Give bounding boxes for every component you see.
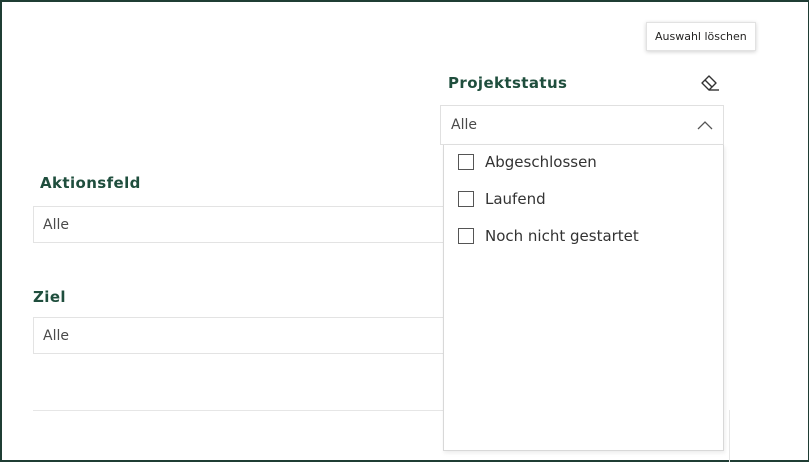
report-canvas: Aktionsfeld Alle Ziel Alle Projektstatus… [0,0,809,462]
option-abgeschlossen[interactable]: Abgeschlossen [458,151,597,173]
aktionsfeld-dropdown[interactable]: Alle [33,206,448,243]
clear-selection-tooltip: Auswahl löschen [646,22,756,51]
chevron-up-icon[interactable] [697,119,713,131]
ziel-value: Alle [43,327,69,344]
projektstatus-dropdown[interactable]: Alle [440,105,724,145]
tooltip-text: Auswahl löschen [655,30,747,43]
eraser-icon[interactable] [699,72,721,92]
projektstatus-title: Projektstatus [448,74,568,92]
checkbox[interactable] [458,191,474,207]
projektstatus-options-list: Abgeschlossen Laufend Noch nicht gestart… [443,145,724,451]
ziel-dropdown[interactable]: Alle [33,317,448,354]
checkbox[interactable] [458,228,474,244]
aktionsfeld-title: Aktionsfeld [40,174,141,192]
divider [33,410,443,411]
checkbox[interactable] [458,154,474,170]
option-label: Laufend [485,190,546,208]
option-label: Abgeschlossen [485,153,597,171]
option-label: Noch nicht gestartet [485,227,639,245]
option-laufend[interactable]: Laufend [458,188,546,210]
aktionsfeld-value: Alle [43,216,69,233]
projektstatus-value: Alle [451,117,477,133]
divider [729,410,730,462]
ziel-title: Ziel [33,288,66,306]
option-noch-nicht-gestartet[interactable]: Noch nicht gestartet [458,225,639,247]
